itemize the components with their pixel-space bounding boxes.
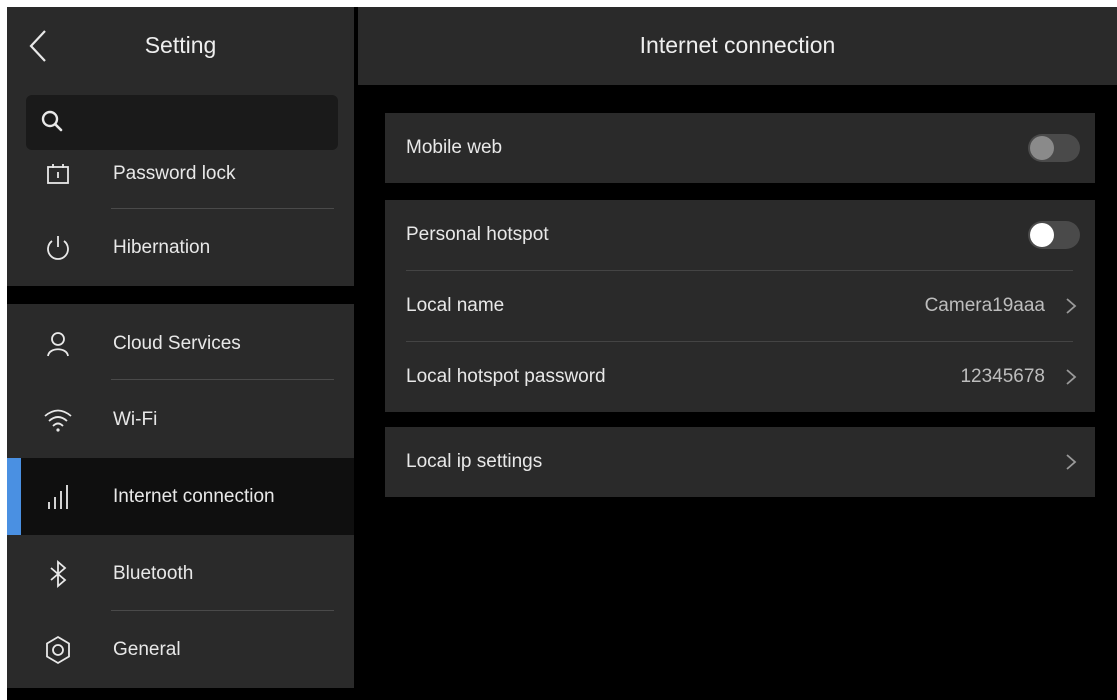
toggle-knob (1030, 223, 1054, 247)
bluetooth-icon (50, 560, 67, 588)
local-name-row[interactable]: Local name Camera19aaa (385, 271, 1095, 341)
sidebar-item-label: General (113, 639, 181, 660)
local-name-value: Camera19aaa (924, 295, 1045, 316)
lock-icon (47, 164, 69, 184)
hotspot-password-value: 12345678 (960, 366, 1045, 387)
sidebar-item-label: Hibernation (113, 237, 211, 258)
chevron-right-icon (1066, 454, 1077, 470)
hotspot-card: Personal hotspot Local name Camera19aaa … (385, 200, 1095, 412)
active-indicator (7, 458, 21, 535)
ip-settings-card: Local ip settings (385, 427, 1095, 497)
mobile-web-row: Mobile web (385, 113, 1095, 183)
toggle-knob (1030, 136, 1054, 160)
sidebar-item-label: Bluetooth (113, 563, 194, 584)
sidebar-item-password-lock[interactable]: Password lock (7, 135, 354, 212)
page-title: Internet connection (639, 32, 836, 58)
local-ip-settings-label: Local ip settings (406, 451, 543, 472)
divider (111, 379, 334, 380)
sidebar: Setting Password lock Hibernation Cloud … (7, 7, 354, 688)
personal-hotspot-row: Personal hotspot (385, 200, 1095, 270)
mobile-web-card: Mobile web (385, 113, 1095, 183)
chevron-right-icon (1066, 369, 1077, 385)
sidebar-item-bluetooth[interactable]: Bluetooth (7, 535, 354, 612)
personal-hotspot-label: Personal hotspot (406, 224, 549, 245)
local-name-label: Local name (406, 295, 505, 316)
user-icon (47, 332, 69, 357)
personal-hotspot-toggle[interactable] (1028, 221, 1080, 249)
mobile-web-toggle[interactable] (1028, 134, 1080, 162)
chevron-right-icon (1066, 298, 1077, 314)
search-icon (41, 110, 63, 132)
sidebar-item-label: Internet connection (113, 486, 275, 507)
signal-icon (48, 485, 68, 509)
sidebar-header: Setting (7, 7, 354, 85)
hotspot-password-label: Local hotspot password (406, 366, 606, 387)
wifi-icon (44, 409, 72, 432)
sidebar-item-label: Password lock (113, 163, 236, 184)
local-ip-settings-row[interactable]: Local ip settings (385, 427, 1095, 497)
app-window: Setting Password lock Hibernation Cloud … (7, 7, 1117, 700)
mobile-web-label: Mobile web (406, 137, 503, 158)
power-icon (47, 236, 69, 260)
main-header: Internet connection (358, 7, 1117, 85)
sidebar-item-cloud-services[interactable]: Cloud Services (7, 305, 354, 382)
hotspot-password-row[interactable]: Local hotspot password 12345678 (385, 342, 1095, 412)
sidebar-item-internet-connection[interactable]: Internet connection (7, 458, 354, 535)
sidebar-item-general[interactable]: General (7, 611, 354, 688)
sidebar-item-label: Wi-Fi (113, 409, 158, 430)
sidebar-item-label: Cloud Services (113, 333, 241, 354)
sidebar-item-wifi[interactable]: Wi-Fi (7, 381, 354, 458)
gear-icon (46, 635, 70, 665)
sidebar-item-hibernation[interactable]: Hibernation (7, 209, 354, 286)
sidebar-title: Setting (144, 32, 217, 58)
